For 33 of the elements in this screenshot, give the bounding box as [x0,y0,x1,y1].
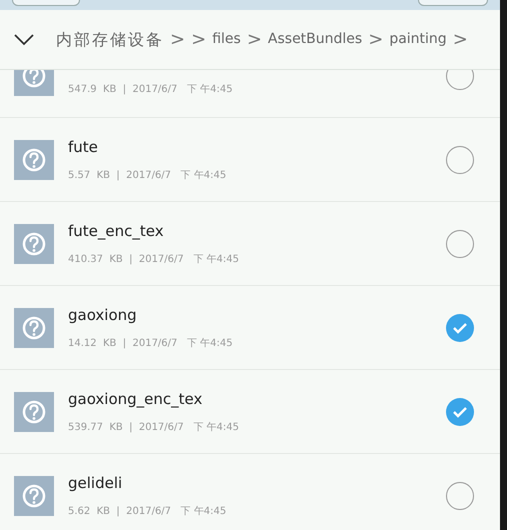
file-name: fute_enc_tex [68,220,165,242]
file-details: 539.77 KB | 2017/6/7 下 午4:45 [68,421,240,436]
file-details: 547.9 KB | 2017/6/7 下 午4:45 [68,83,234,97]
unknown-file-icon [14,224,54,264]
file-name: gelideli [68,472,124,494]
breadcrumb-item[interactable]: AssetBundles [268,29,362,50]
unknown-file-icon [14,140,54,180]
chevron-down-icon[interactable] [14,34,34,46]
file-name: gaoxiong_enc_tex [68,388,204,410]
checkbox[interactable] [446,230,474,258]
checkbox[interactable] [446,482,474,510]
file-details: 5.62 KB | 2017/6/7 下 午4:45 [68,505,228,520]
file-details: 410.37 KB | 2017/6/7 下 午4:45 [68,253,240,268]
checkbox[interactable] [446,146,474,174]
file-details: 14.12 KB | 2017/6/7 下 午4:45 [68,337,234,352]
breadcrumb-item[interactable]: files [212,29,241,50]
file-name: gaoxiong [68,304,138,326]
checkbox[interactable] [446,398,474,426]
breadcrumb-separator: > [368,28,384,52]
unknown-file-icon [14,308,54,348]
checkmark-icon [452,406,468,418]
file-name: fute [68,136,99,158]
breadcrumb-item[interactable]: 内部存储设备 [56,28,164,52]
checkbox[interactable] [446,314,474,342]
breadcrumb-separator: > [452,28,468,52]
file-details: 5.57 KB | 2017/6/7 下 午4:45 [68,169,228,184]
breadcrumb-separator: > [191,28,206,52]
unknown-file-icon [14,392,54,432]
breadcrumb-item[interactable]: painting [389,29,447,50]
unknown-file-icon [14,476,54,516]
checkmark-icon [452,322,468,334]
breadcrumb-separator: > [246,28,262,52]
breadcrumb-separator: > [170,28,186,52]
